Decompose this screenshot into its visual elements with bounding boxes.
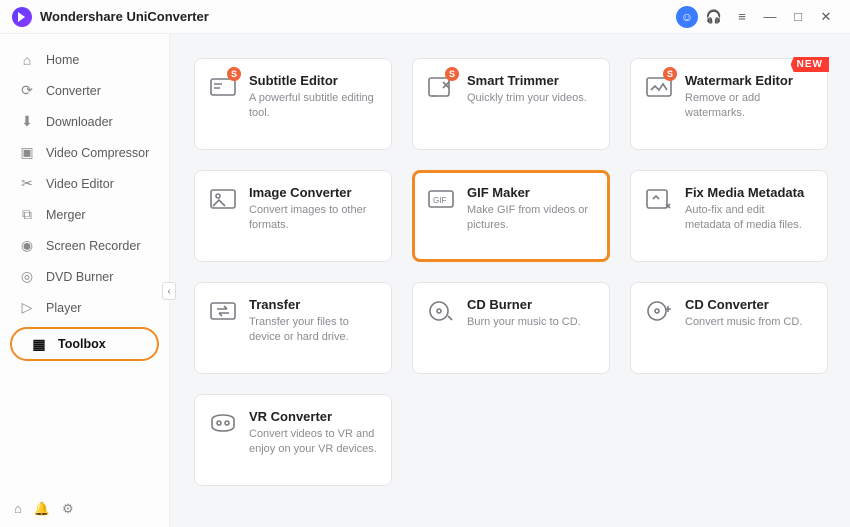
card-title: VR Converter bbox=[249, 409, 377, 424]
sidebar-item-label: Merger bbox=[46, 208, 86, 222]
card-cd-burner[interactable]: CD Burner Burn your music to CD. bbox=[412, 282, 610, 374]
card-title: Fix Media Metadata bbox=[685, 185, 813, 200]
hamburger-menu-icon[interactable]: ≡ bbox=[728, 3, 756, 31]
card-desc: Quickly trim your videos. bbox=[467, 91, 595, 106]
card-cd-converter[interactable]: CD Converter Convert music from CD. bbox=[630, 282, 828, 374]
sidebar-item-label: Screen Recorder bbox=[46, 239, 141, 253]
card-desc: Transfer your files to device or hard dr… bbox=[249, 315, 377, 345]
card-image-converter[interactable]: Image Converter Convert images to other … bbox=[194, 170, 392, 262]
sidebar-item-label: Home bbox=[46, 53, 79, 67]
disc-icon: ◎ bbox=[18, 268, 36, 285]
footer-settings-icon[interactable]: ⚙ bbox=[62, 501, 74, 517]
image-icon bbox=[209, 186, 237, 212]
play-icon: ▷ bbox=[18, 299, 36, 316]
sidebar-item-video-compressor[interactable]: ▣ Video Compressor bbox=[0, 137, 169, 168]
card-title: GIF Maker bbox=[467, 185, 595, 200]
s-badge-icon: S bbox=[445, 67, 459, 81]
sidebar-item-toolbox[interactable]: ▦ Toolbox bbox=[10, 327, 159, 361]
card-transfer[interactable]: Transfer Transfer your files to device o… bbox=[194, 282, 392, 374]
card-vr-converter[interactable]: VR Converter Convert videos to VR and en… bbox=[194, 394, 392, 486]
card-fix-media-metadata[interactable]: Fix Media Metadata Auto-fix and edit met… bbox=[630, 170, 828, 262]
support-headset-icon[interactable]: 🎧 bbox=[700, 3, 728, 31]
sidebar-item-label: Player bbox=[46, 301, 81, 315]
card-watermark-editor[interactable]: S NEW Watermark Editor Remove or add wat… bbox=[630, 58, 828, 150]
sidebar-item-label: Video Editor bbox=[46, 177, 114, 191]
sidebar-item-label: Downloader bbox=[46, 115, 113, 129]
sidebar-item-player[interactable]: ▷ Player bbox=[0, 292, 169, 323]
sidebar-item-dvd-burner[interactable]: ◎ DVD Burner bbox=[0, 261, 169, 292]
card-desc: Convert videos to VR and enjoy on your V… bbox=[249, 427, 377, 457]
card-desc: Burn your music to CD. bbox=[467, 315, 595, 330]
s-badge-icon: S bbox=[227, 67, 241, 81]
app-title: Wondershare UniConverter bbox=[40, 9, 209, 24]
home-icon: ⌂ bbox=[18, 52, 36, 68]
download-icon: ⬇ bbox=[18, 113, 36, 130]
window-close-button[interactable]: ✕ bbox=[812, 3, 840, 31]
record-icon: ◉ bbox=[18, 237, 36, 254]
card-title: CD Converter bbox=[685, 297, 813, 312]
card-title: Watermark Editor bbox=[685, 73, 813, 88]
card-desc: Auto-fix and edit metadata of media file… bbox=[685, 203, 813, 233]
sidebar-item-screen-recorder[interactable]: ◉ Screen Recorder bbox=[0, 230, 169, 261]
card-desc: Make GIF from videos or pictures. bbox=[467, 203, 595, 233]
card-subtitle-editor[interactable]: S Subtitle Editor A powerful subtitle ed… bbox=[194, 58, 392, 150]
card-desc: Convert music from CD. bbox=[685, 315, 813, 330]
sidebar-item-merger[interactable]: ⧉ Merger bbox=[0, 199, 169, 230]
sidebar-item-label: Converter bbox=[46, 84, 101, 98]
gif-icon: GIF bbox=[427, 186, 455, 212]
sidebar-item-video-editor[interactable]: ✂ Video Editor bbox=[0, 168, 169, 199]
card-gif-maker[interactable]: GIF GIF Maker Make GIF from videos or pi… bbox=[412, 170, 610, 262]
app-logo-icon bbox=[12, 7, 32, 27]
toolbox-icon: ▦ bbox=[30, 336, 48, 353]
sidebar: ⌂ Home ⟳ Converter ⬇ Downloader ▣ Video … bbox=[0, 34, 170, 527]
s-badge-icon: S bbox=[663, 67, 677, 81]
window-minimize-button[interactable]: — bbox=[756, 3, 784, 31]
sidebar-item-label: DVD Burner bbox=[46, 270, 113, 284]
card-title: Transfer bbox=[249, 297, 377, 312]
titlebar: Wondershare UniConverter ☺ 🎧 ≡ — □ ✕ bbox=[0, 0, 850, 34]
card-desc: A powerful subtitle editing tool. bbox=[249, 91, 377, 121]
sidebar-footer: ⌂ 🔔 ⚙ bbox=[0, 491, 169, 527]
merge-icon: ⧉ bbox=[18, 206, 36, 223]
card-smart-trimmer[interactable]: S Smart Trimmer Quickly trim your videos… bbox=[412, 58, 610, 150]
sidebar-item-downloader[interactable]: ⬇ Downloader bbox=[0, 106, 169, 137]
metadata-icon bbox=[645, 186, 673, 212]
sidebar-item-home[interactable]: ⌂ Home bbox=[0, 44, 169, 75]
sidebar-item-label: Toolbox bbox=[58, 337, 106, 351]
sidebar-item-converter[interactable]: ⟳ Converter bbox=[0, 75, 169, 106]
card-title: Image Converter bbox=[249, 185, 377, 200]
card-title: Smart Trimmer bbox=[467, 73, 595, 88]
card-title: CD Burner bbox=[467, 297, 595, 312]
cd-convert-icon bbox=[645, 298, 673, 324]
window-maximize-button[interactable]: □ bbox=[784, 3, 812, 31]
card-desc: Convert images to other formats. bbox=[249, 203, 377, 233]
scissors-icon: ✂ bbox=[18, 175, 36, 192]
card-desc: Remove or add watermarks. bbox=[685, 91, 813, 121]
converter-icon: ⟳ bbox=[18, 82, 36, 99]
account-avatar[interactable]: ☺ bbox=[676, 6, 698, 28]
compress-icon: ▣ bbox=[18, 144, 36, 161]
tool-grid: S Subtitle Editor A powerful subtitle ed… bbox=[194, 58, 826, 486]
footer-home-icon[interactable]: ⌂ bbox=[14, 501, 22, 517]
cd-burn-icon bbox=[427, 298, 455, 324]
card-title: Subtitle Editor bbox=[249, 73, 377, 88]
sidebar-item-label: Video Compressor bbox=[46, 146, 149, 160]
content-area: S Subtitle Editor A powerful subtitle ed… bbox=[170, 34, 850, 527]
transfer-icon bbox=[209, 298, 237, 324]
footer-notifications-icon[interactable]: 🔔 bbox=[34, 501, 50, 517]
sidebar-collapse-button[interactable]: ‹ bbox=[162, 282, 176, 300]
svg-text:GIF: GIF bbox=[433, 196, 446, 205]
vr-icon bbox=[209, 410, 237, 436]
new-badge: NEW bbox=[791, 57, 829, 72]
